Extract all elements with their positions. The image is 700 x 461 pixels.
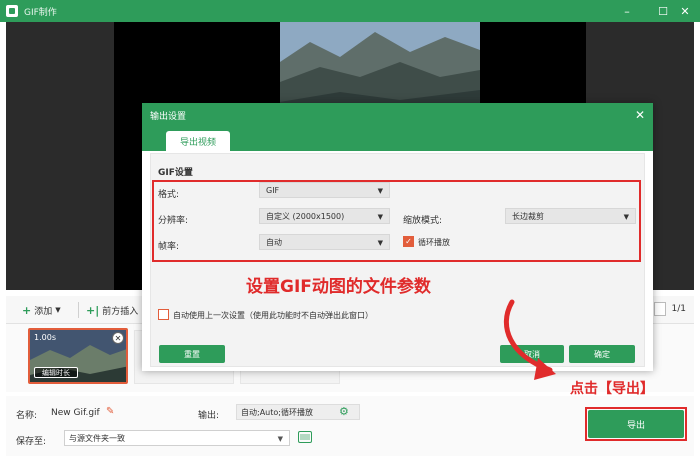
gear-icon[interactable]: ⚙ xyxy=(339,405,351,418)
save-location-value: 与源文件夹一致 xyxy=(69,433,125,443)
save-label: 保存至: xyxy=(16,437,47,447)
gif-settings-heading: GIF设置 xyxy=(158,168,193,178)
pencil-icon[interactable]: ✎ xyxy=(106,406,114,417)
annotation-click-export: 点击【导出】 xyxy=(570,381,654,397)
insert-before-label: 前方插入 xyxy=(102,306,139,317)
file-name-value: New Gif.gif xyxy=(51,408,100,418)
close-window-button[interactable]: ✕ xyxy=(676,3,694,19)
minimize-button[interactable]: – xyxy=(618,3,636,19)
framerate-value: 自动 xyxy=(266,237,282,247)
remove-frame-icon[interactable]: ✕ xyxy=(112,332,124,344)
dialog-title-bar: 输出设置 xyxy=(142,103,653,127)
frame-thumbnail[interactable]: 1.00s ✕ 编辑时长 xyxy=(28,328,128,384)
toolbar-divider xyxy=(78,302,79,318)
page-input[interactable] xyxy=(654,302,666,316)
output-label: 输出: xyxy=(198,411,220,421)
plus-icon: + xyxy=(22,303,32,317)
save-location-dropdown[interactable]: 与源文件夹一致 ▼ xyxy=(64,430,290,446)
dropdown-arrow-icon: ▼ xyxy=(623,213,629,221)
framerate-label: 帧率: xyxy=(158,242,180,252)
title-bar: GIF制作 – ☐ ✕ xyxy=(0,0,700,22)
add-button[interactable]: + 添加 ▼ xyxy=(22,302,61,318)
annotation-set-params: 设置GIF动图的文件参数 xyxy=(246,277,431,297)
framerate-select[interactable]: 自动 ▼ xyxy=(259,234,390,250)
use-last-settings-checkbox[interactable] xyxy=(158,309,169,320)
edit-duration-button[interactable]: 编辑时长 xyxy=(34,367,78,378)
tab-export-video[interactable]: 导出视频 xyxy=(166,131,230,151)
format-label: 格式: xyxy=(158,190,180,200)
ok-button[interactable]: 确定 xyxy=(569,345,635,363)
scale-mode-value: 长边裁剪 xyxy=(512,211,544,221)
page-indicator: 1/1 xyxy=(671,304,686,314)
dialog-close-icon[interactable]: ✕ xyxy=(635,108,645,122)
app-icon xyxy=(6,5,18,17)
insert-icon: +| xyxy=(86,303,100,317)
curved-arrow-icon xyxy=(503,299,556,380)
resolution-value: 自定义 (2000x1500) xyxy=(266,211,345,221)
resolution-select[interactable]: 自定义 (2000x1500) ▼ xyxy=(259,208,390,224)
reset-button[interactable]: 重置 xyxy=(159,345,225,363)
scale-mode-label: 缩放模式: xyxy=(403,216,443,226)
format-value: GIF xyxy=(266,185,280,195)
maximize-button[interactable]: ☐ xyxy=(654,3,672,19)
format-select[interactable]: GIF ▼ xyxy=(259,182,390,198)
dropdown-arrow-icon: ▼ xyxy=(377,213,383,221)
dropdown-arrow-icon: ▼ xyxy=(277,435,283,443)
insert-before-button[interactable]: +| 前方插入 xyxy=(86,302,138,318)
scale-mode-select[interactable]: 长边裁剪 ▼ xyxy=(505,208,636,224)
dialog-title: 输出设置 xyxy=(150,111,187,122)
dropdown-arrow-icon: ▼ xyxy=(55,306,61,314)
check-icon: ✓ xyxy=(405,237,412,246)
frame-duration: 1.00s xyxy=(34,333,56,342)
add-label: 添加 xyxy=(34,306,53,317)
output-value: 自动;Auto;循环播放 xyxy=(241,407,313,417)
loop-checkbox[interactable]: ✓ xyxy=(403,236,414,247)
export-highlight-frame xyxy=(585,407,687,441)
dropdown-arrow-icon: ▼ xyxy=(377,187,383,195)
window-title: GIF制作 xyxy=(24,7,57,18)
folder-icon[interactable] xyxy=(298,431,312,443)
use-last-settings-label: 自动使用上一次设置（使用此功能时不自动弹出此窗口） xyxy=(173,311,373,320)
name-label: 名称: xyxy=(16,411,38,421)
output-settings-dialog: 输出设置 ✕ 导出视频 GIF设置 格式: GIF ▼ 分辨率: 自定义 (20… xyxy=(142,103,653,371)
dropdown-arrow-icon: ▼ xyxy=(377,239,383,247)
resolution-label: 分辨率: xyxy=(158,216,189,226)
loop-label: 循环播放 xyxy=(418,238,450,247)
